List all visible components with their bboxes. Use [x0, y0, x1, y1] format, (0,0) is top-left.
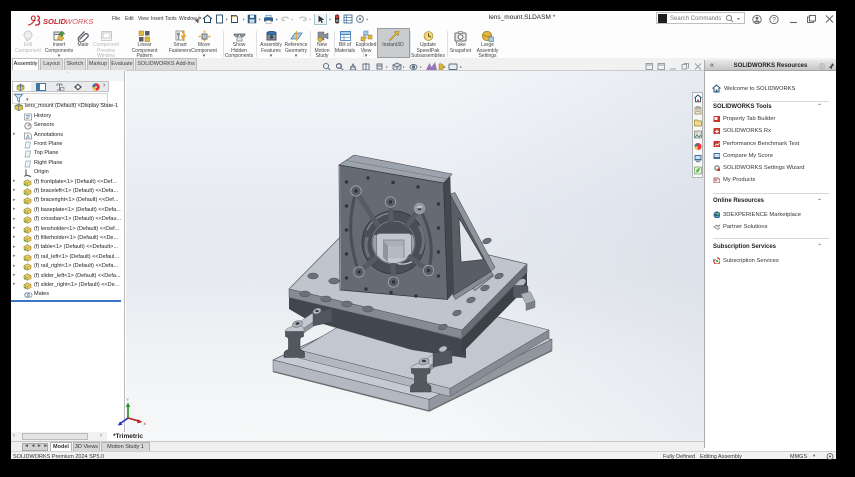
svg-text:A: A [26, 134, 30, 140]
svg-text:WORKS: WORKS [65, 17, 93, 26]
svg-text:Y: Y [126, 397, 129, 402]
svg-text:?: ? [772, 17, 776, 24]
svg-text:x: x [144, 421, 147, 426]
svg-text:SOLID: SOLID [43, 17, 67, 26]
